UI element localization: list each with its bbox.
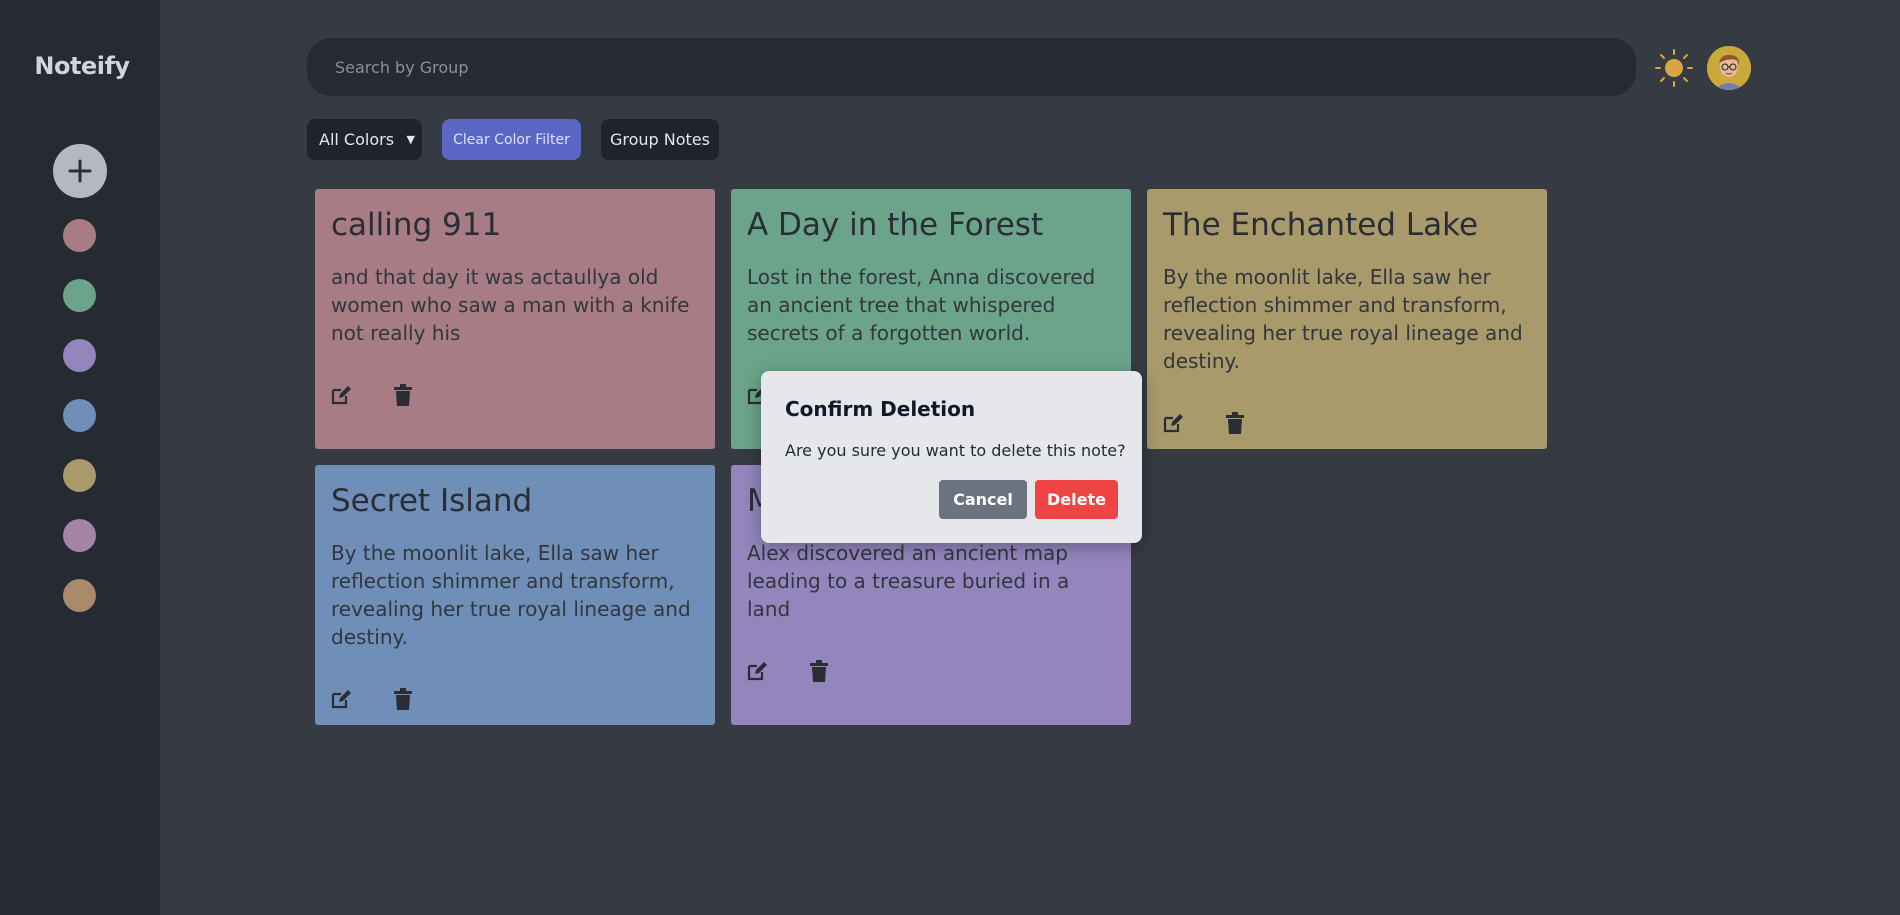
note-body: and that day it was actaullya old women …: [331, 265, 690, 345]
color-dot-green[interactable]: [63, 279, 96, 312]
trash-icon[interactable]: [393, 688, 413, 710]
note-card[interactable]: Secret Island By the moonlit lake, Ella …: [315, 465, 715, 725]
color-filter-value: All Colors: [319, 130, 395, 149]
theme-toggle-sun-icon[interactable]: [1654, 48, 1694, 88]
app-logo: Noteify: [34, 52, 130, 80]
note-body: Lost in the forest, Anna discovered an a…: [747, 265, 1096, 345]
color-dot-orange[interactable]: [63, 579, 96, 612]
edit-icon[interactable]: [331, 384, 351, 406]
trash-icon[interactable]: [1225, 412, 1245, 434]
search-input[interactable]: [307, 38, 1636, 96]
user-avatar[interactable]: [1707, 46, 1751, 90]
delete-button[interactable]: Delete: [1035, 480, 1118, 519]
color-dot-purple[interactable]: [63, 339, 96, 372]
dialog-message: Are you sure you want to delete this not…: [785, 441, 1126, 460]
avatar-illustration-icon: [1707, 46, 1751, 90]
clear-color-filter-button[interactable]: Clear Color Filter: [442, 119, 581, 160]
trash-icon[interactable]: [809, 660, 829, 682]
plus-icon: [68, 159, 92, 183]
note-card[interactable]: calling 911 and that day it was actaully…: [315, 189, 715, 449]
note-body: By the moonlit lake, Ella saw her reflec…: [331, 541, 691, 649]
sidebar: Noteify: [0, 0, 160, 915]
note-body: Alex discovered an ancient map leading t…: [747, 541, 1070, 621]
dialog-title: Confirm Deletion: [785, 397, 976, 421]
edit-icon[interactable]: [331, 688, 351, 710]
note-title: calling 911: [331, 207, 502, 243]
color-dot-blue[interactable]: [63, 399, 96, 432]
color-filter-select[interactable]: All Colors ▼: [307, 119, 422, 160]
edit-icon[interactable]: [1163, 412, 1183, 434]
group-notes-button[interactable]: Group Notes: [601, 119, 719, 160]
edit-icon[interactable]: [747, 660, 767, 682]
note-card[interactable]: The Enchanted Lake By the moonlit lake, …: [1147, 189, 1547, 449]
color-dot-yellow[interactable]: [63, 459, 96, 492]
chevron-down-icon: ▼: [406, 133, 415, 146]
note-title: A Day in the Forest: [747, 207, 1044, 243]
color-dot-pink[interactable]: [63, 519, 96, 552]
confirm-deletion-dialog: Confirm Deletion Are you sure you want t…: [761, 371, 1142, 543]
trash-icon[interactable]: [393, 384, 413, 406]
note-title: The Enchanted Lake: [1163, 207, 1479, 243]
note-body: By the moonlit lake, Ella saw her reflec…: [1163, 265, 1523, 373]
color-dot-rose[interactable]: [63, 219, 96, 252]
note-title: Secret Island: [331, 483, 533, 519]
cancel-button[interactable]: Cancel: [939, 480, 1027, 519]
add-note-button[interactable]: [53, 144, 107, 198]
